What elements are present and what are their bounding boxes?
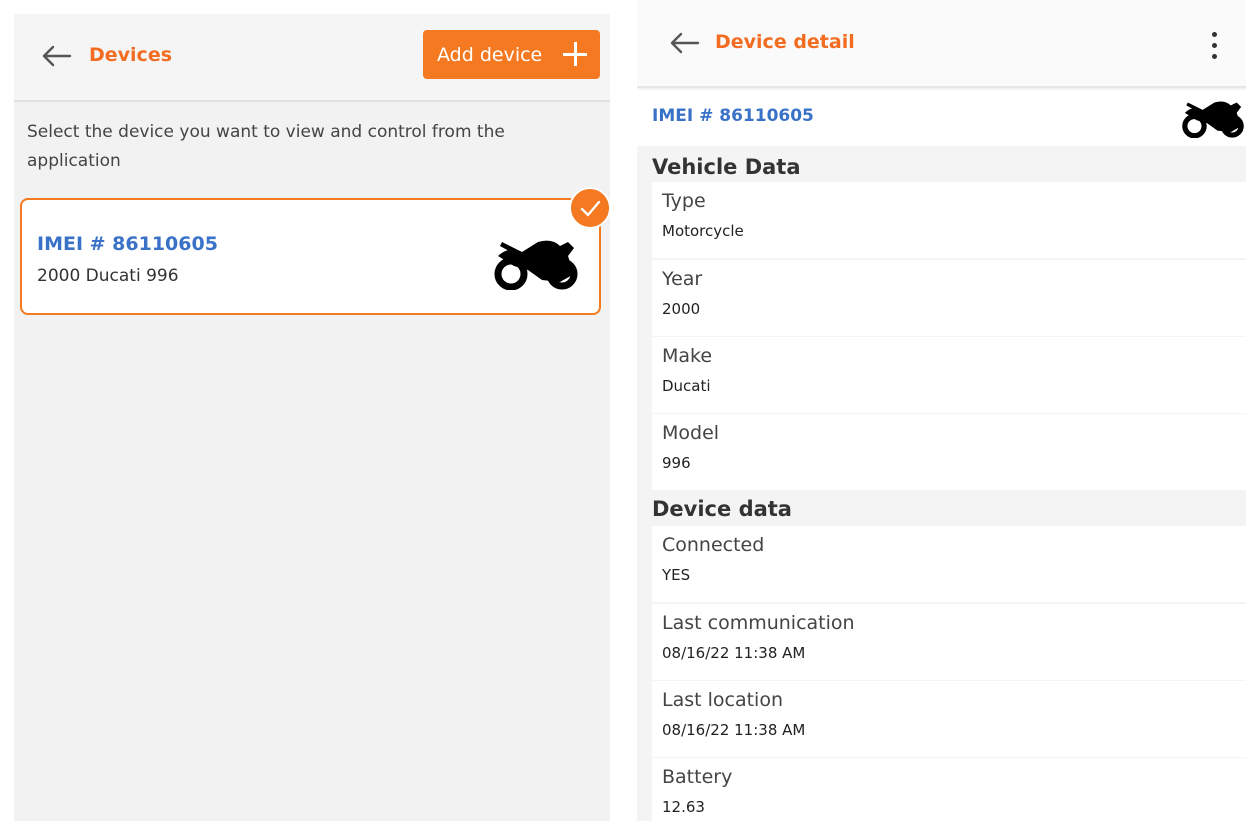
instruction-text: Select the device you want to view and c…: [27, 122, 505, 171]
detail-header: Device detail: [637, 0, 1246, 88]
field-connected: Connected YES: [652, 526, 1246, 602]
plus-icon: [563, 42, 587, 66]
field-label: Connected: [662, 534, 765, 556]
field-value: 08/16/22 11:38 AM: [662, 721, 806, 739]
field-label: Type: [662, 190, 706, 212]
field-value: 08/16/22 11:38 AM: [662, 644, 806, 662]
field-value: 996: [662, 454, 691, 472]
field-label: Make: [662, 345, 713, 367]
field-model: Model 996: [652, 414, 1246, 490]
vehicle-data-heading: Vehicle Data: [652, 155, 801, 179]
imei-row: IMEI # 86110605: [637, 90, 1246, 146]
field-battery: Battery 12.63: [652, 758, 1246, 821]
page-title: Device detail: [715, 31, 855, 53]
more-options-icon[interactable]: [1205, 30, 1225, 62]
devices-header: Devices Add device: [14, 14, 610, 102]
device-detail-screen: Device detail IMEI # 86110605 Vehicle Da…: [637, 0, 1246, 821]
back-arrow-icon[interactable]: [42, 45, 72, 67]
field-year: Year 2000: [652, 260, 1246, 336]
device-card[interactable]: IMEI # 86110605 2000 Ducati 996: [20, 187, 610, 315]
device-data-heading: Device data: [652, 497, 792, 521]
selected-check-icon: [569, 187, 610, 229]
page-title: Devices: [89, 44, 173, 66]
field-label: Last communication: [662, 612, 855, 634]
motorcycle-icon: [1181, 98, 1245, 139]
field-value: YES: [662, 566, 691, 584]
motorcycle-icon: [494, 236, 578, 291]
field-type: Type Motorcycle: [652, 182, 1246, 258]
field-value: Motorcycle: [662, 222, 744, 240]
field-label: Year: [662, 268, 703, 290]
field-label: Battery: [662, 766, 733, 788]
add-device-button[interactable]: Add device: [423, 30, 600, 79]
field-label: Last location: [662, 689, 784, 711]
field-last-location: Last location 08/16/22 11:38 AM: [652, 681, 1246, 757]
field-last-communication: Last communication 08/16/22 11:38 AM: [652, 604, 1246, 680]
device-description: 2000 Ducati 996: [37, 266, 179, 286]
device-imei: IMEI # 86110605: [652, 106, 814, 126]
field-value: 12.63: [662, 798, 705, 816]
field-value: Ducati: [662, 377, 711, 395]
back-arrow-icon[interactable]: [670, 32, 700, 54]
field-value: 2000: [662, 300, 701, 318]
devices-screen: Devices Add device Select the device you…: [14, 14, 610, 821]
field-make: Make Ducati: [652, 337, 1246, 413]
add-device-label: Add device: [437, 43, 543, 66]
device-imei: IMEI # 86110605: [37, 233, 218, 255]
field-label: Model: [662, 422, 720, 444]
